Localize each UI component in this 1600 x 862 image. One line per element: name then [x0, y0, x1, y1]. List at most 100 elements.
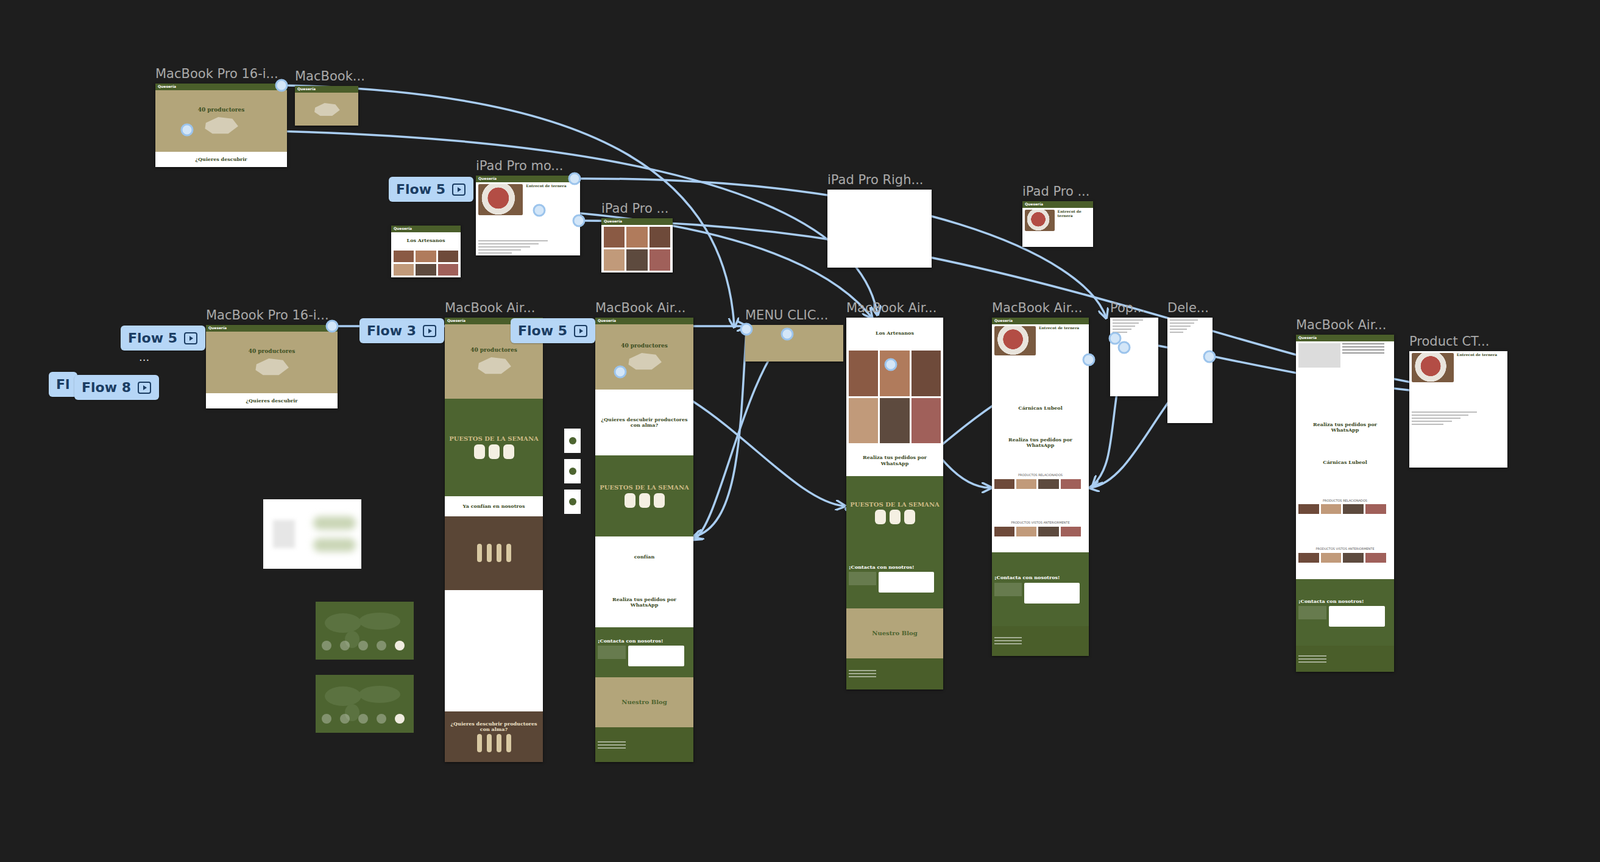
frame-label[interactable]: MacBook Air... [991, 300, 1083, 316]
frame-label[interactable]: MacBook Air... [444, 300, 535, 316]
frame-label[interactable]: MacBook Air... [1295, 317, 1387, 333]
frame-label[interactable]: iPad Pro ... [601, 201, 669, 217]
section-title: 40 productores [198, 106, 245, 113]
flow-badge[interactable]: Flow 5 [120, 325, 206, 351]
icon-thumbnails[interactable] [564, 428, 581, 514]
footer-line [597, 746, 626, 749]
prototype-frame[interactable]: Quesería [601, 218, 673, 273]
product-thumb [1016, 478, 1037, 489]
map-illustration [472, 354, 516, 376]
footer-line [848, 672, 877, 674]
map-frame[interactable] [315, 674, 414, 733]
page-section: PRODUCTOS VISTOS ANTERIORMENTE [1295, 530, 1395, 580]
frame-label[interactable]: iPad Pro mo... [475, 158, 563, 174]
section-title: PRODUCTOS RELACIONADOS [1018, 473, 1063, 478]
page-section: Quesería [205, 324, 338, 332]
site-logo: Quesería [478, 176, 497, 181]
flow-badge[interactable]: Flow 5 [388, 176, 474, 202]
cutlery-shape [486, 733, 492, 752]
section-title: Entrecot de ternera [1057, 209, 1091, 219]
badge-icon [569, 497, 577, 506]
connector-dot [573, 215, 585, 227]
cutlery-row [477, 733, 512, 752]
map-illustration [199, 114, 243, 136]
photo-thumb [879, 397, 910, 443]
prototype-frame[interactable]: Quesería [294, 85, 359, 126]
footer-line [597, 740, 626, 743]
icon-thumbnail [564, 428, 581, 453]
prototype-frame[interactable]: QueseríaLos Artesanos [391, 225, 461, 278]
page-section: Nuestro Blog [595, 676, 694, 727]
page-section: Quesería [601, 218, 673, 225]
prototype-frame[interactable] [827, 189, 932, 268]
photo-thumb [879, 350, 910, 396]
flow-label: Flow 3 [366, 322, 417, 339]
prototype-frame[interactable]: QueseríaRealiza tus pedidos por WhatsApp… [1295, 334, 1395, 672]
product-card [889, 509, 901, 524]
contact-form [994, 582, 1087, 604]
frame-label[interactable]: Product CT... [1409, 333, 1490, 350]
prototype-frame[interactable] [1167, 317, 1213, 423]
page-section: Quesería [991, 317, 1089, 325]
frame-label[interactable]: iPad Pro Righ... [827, 172, 924, 188]
flow-badge[interactable]: Fl [48, 371, 78, 397]
page-section: Realiza tus pedidos por WhatsApp [846, 444, 944, 476]
blurred-frame[interactable] [263, 499, 362, 569]
photo-thumb [415, 250, 436, 262]
flow-badge[interactable]: Flow 8 [74, 374, 160, 400]
prototype-frame[interactable]: QueseríaEntrecot de ternera [475, 175, 581, 256]
flow-connector [187, 129, 878, 314]
product-thumb [1320, 503, 1342, 514]
frame-label[interactable]: MacBook... [294, 68, 365, 85]
prototype-frame[interactable]: Quesería40 productores¿Quieres descubrir… [595, 317, 694, 762]
photo-grid [848, 350, 941, 443]
page-section: Entrecot de ternera [1409, 350, 1508, 410]
product-thumb [994, 478, 1015, 489]
section-title: Ya confían en nosotros [463, 503, 526, 509]
frame-label[interactable]: MENU CLIC... [745, 307, 829, 323]
page-section [475, 238, 581, 256]
page-section: ¡Contacta con nosotros! [1295, 578, 1395, 646]
form-text-block [848, 571, 877, 585]
frame-label[interactable]: Dele... [1167, 300, 1209, 316]
page-section: confían [595, 536, 694, 577]
prototype-frame[interactable]: Quesería Entrecot de ternera [1022, 201, 1094, 247]
photo-thumb [649, 249, 671, 271]
photo-thumb [438, 250, 459, 262]
prototype-frame[interactable]: Quesería40 productores¿Quieres descubrir [205, 324, 338, 409]
prototype-frame[interactable]: Quesería40 productoresPUESTOS DE LA SEMA… [444, 317, 543, 762]
map-frame[interactable] [315, 601, 414, 660]
text-line [478, 246, 531, 248]
product-card [904, 509, 916, 524]
badge-icon [569, 436, 577, 445]
product-thumbs [994, 478, 1087, 489]
product-card [639, 492, 651, 508]
prototype-frame[interactable] [1110, 317, 1159, 397]
site-logo: Quesería [1024, 202, 1044, 207]
frame-label[interactable]: MacBook Air... [595, 300, 686, 316]
site-logo: Quesería [1298, 335, 1317, 340]
page-section: ¿Quieres descubrir productores con alma? [444, 711, 543, 762]
product-thumb [1038, 526, 1059, 537]
contact-form [1298, 605, 1392, 627]
text-line [1112, 325, 1136, 327]
flow-badge[interactable]: Flow 5 [510, 318, 596, 344]
prototype-frame[interactable]: Los ArtesanosRealiza tus pedidos por Wha… [846, 317, 944, 690]
prototype-frame[interactable]: QueseríaEntrecot de terneraCárnicas Lube… [991, 317, 1089, 656]
section-title: PUESTOS DE LA SEMANA [449, 435, 539, 443]
prototype-frame[interactable]: Entrecot de ternera [1409, 350, 1508, 468]
prototype-frame[interactable] [745, 324, 844, 362]
prototype-frame[interactable]: Quesería40 productores¿Quieres descubrir [155, 83, 287, 167]
frame-label[interactable]: MacBook Air... [846, 300, 937, 316]
flow-badge[interactable]: Flow 3 [359, 318, 445, 344]
frame-label[interactable]: MacBook Pro 16-i... [155, 66, 279, 82]
frame-label[interactable]: iPad Pro ... [1022, 184, 1090, 200]
frame-label[interactable]: MacBook Pro 16-i... [205, 307, 330, 323]
photo-thumb [438, 263, 459, 276]
frame-label[interactable]: Pop... [1110, 300, 1146, 316]
page-section: PRODUCTOS VISTOS ANTERIORMENTE [991, 504, 1089, 553]
page-section: Quesería [294, 85, 359, 93]
page-section: PUESTOS DE LA SEMANA [444, 398, 543, 496]
overflow-mark: ··· [138, 353, 150, 367]
product-cards-row [874, 509, 916, 524]
